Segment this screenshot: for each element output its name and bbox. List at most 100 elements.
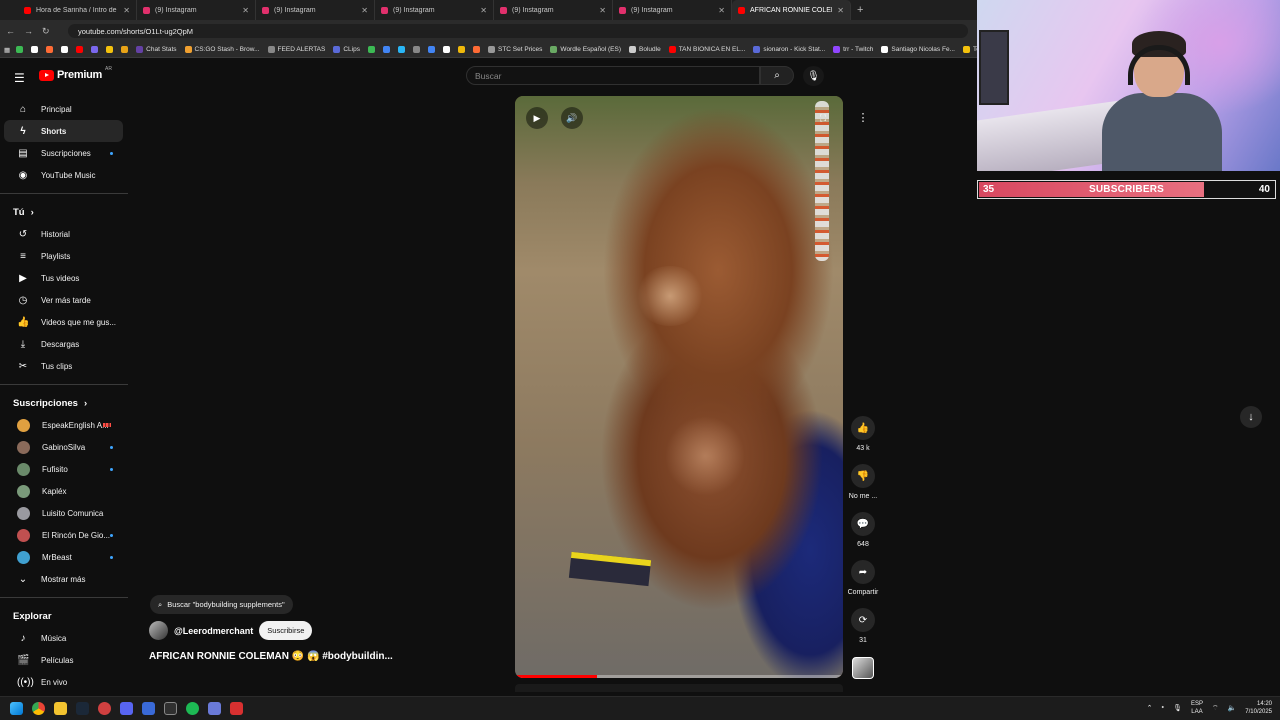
sidebar-item[interactable]: ✂ Tus clips [4,355,123,377]
sidebar-subscription[interactable]: EspeakEnglish A... [4,414,123,436]
sidebar-subscription[interactable]: GabinoSilva [4,436,123,458]
sidebar-subscription[interactable]: MrBeast [4,546,123,568]
file-explorer-icon[interactable] [54,702,67,715]
dislike-action[interactable]: 👎 No me ... [846,464,880,500]
bookmark-item[interactable] [441,46,452,53]
sidebar-subscription[interactable]: Luisito Comunica [4,502,123,524]
language-indicator[interactable]: ESP LAA [1191,700,1203,716]
microphone-icon[interactable]: 🎙 [1173,704,1182,712]
wifi-icon[interactable]: ⌔ [1212,704,1219,713]
app-icon[interactable] [98,702,111,715]
play-button[interactable]: ▶ [526,107,548,129]
search-button[interactable]: ⌕ [760,66,794,85]
bookmark-item[interactable] [104,46,115,53]
subscribe-button[interactable]: Suscribirse [259,621,313,640]
volume-button[interactable]: 🔊 [561,107,583,129]
sidebar-section-heading[interactable]: Suscripciones › [0,392,128,414]
url-field[interactable]: youtube.com/shorts/O1Lt-ug2QpM [68,24,968,38]
fullscreen-button[interactable]: ⛶ [812,107,834,129]
close-tab-icon[interactable]: ✕ [837,6,844,15]
spotify-icon[interactable] [186,702,199,715]
sidebar-item[interactable]: ↺ Historial [4,223,123,245]
like-action[interactable]: 👍 43 k [846,416,880,452]
bookmark-item[interactable] [14,46,25,53]
close-tab-icon[interactable]: ✕ [361,6,368,15]
bookmark-item[interactable] [74,46,85,53]
sidebar-section-heading[interactable]: Explorar [0,605,128,627]
sidebar-item[interactable]: ϟ Shorts [4,120,123,142]
bookmark-item[interactable]: CS:GO Stash - Brow... [183,46,262,53]
more-options-icon[interactable]: ⋮ [853,107,873,127]
bookmark-item[interactable] [396,46,407,53]
clock[interactable]: 14:20 7/10/2025 [1245,700,1272,716]
youtube-premium-logo[interactable]: Premium AR [39,66,112,81]
steam-icon[interactable] [76,702,89,715]
voice-search-button[interactable]: 🎙 [803,66,824,86]
remix-action[interactable]: ⟳ 31 [846,608,880,644]
browser-tab[interactable]: (9) Instagram ✕ [375,0,494,20]
bookmark-item[interactable]: CLips [331,46,362,53]
obs-icon[interactable] [164,702,177,715]
app-icon[interactable] [230,702,243,715]
close-tab-icon[interactable]: ✕ [718,6,725,15]
back-icon[interactable]: ← [6,26,15,36]
bookmark-item[interactable]: Wordle Español (ES) [548,46,623,53]
close-tab-icon[interactable]: ✕ [599,6,606,15]
sidebar-item[interactable]: ⌂ Principal [4,98,123,120]
sidebar-item[interactable]: ≡ Playlists [4,245,123,267]
sidebar-section-heading[interactable]: Tú › [0,201,128,223]
apps-grid-icon[interactable]: ▦ [4,46,10,54]
bookmark-item[interactable] [89,46,100,53]
related-search-chip[interactable]: ⌕ Buscar "bodybuilding supplements" [150,595,293,614]
close-tab-icon[interactable]: ✕ [123,6,130,15]
sidebar-item[interactable]: ⤓ Descargas [4,333,123,355]
sidebar-item[interactable]: ◷ Ver más tarde [4,289,123,311]
sidebar-subscription[interactable]: Kapléx [4,480,123,502]
hamburger-menu-icon[interactable]: ☰ [14,71,25,85]
sidebar-item[interactable]: 🎬 Películas [4,649,123,671]
bookmark-item[interactable] [426,46,437,53]
search-input[interactable]: Buscar [466,66,760,85]
windows-start-icon[interactable] [10,702,23,715]
browser-tab[interactable]: (9) Instagram ✕ [137,0,256,20]
comments-action[interactable]: 💬 648 [846,512,880,548]
new-tab-icon[interactable]: + [857,4,863,16]
bookmark-item[interactable] [411,46,422,53]
bookmark-item[interactable] [44,46,55,53]
bookmark-item[interactable] [381,46,392,53]
browser-tab[interactable]: AFRICAN RONNIE COLEMA ✕ [732,0,851,20]
bookmark-item[interactable] [366,46,377,53]
next-short-button[interactable]: ↓ [1240,406,1262,428]
sidebar-item[interactable]: ◉ YouTube Music [4,164,123,186]
channel-avatar[interactable] [149,621,168,640]
speaker-icon[interactable]: 🔈 [1228,704,1237,712]
bookmark-item[interactable] [456,46,467,53]
bookmark-item[interactable]: Boludle [627,46,663,53]
reload-icon[interactable]: ↻ [42,26,50,37]
channel-name[interactable]: @Leerodmerchant [174,626,253,636]
browser-tab[interactable]: (9) Instagram ✕ [256,0,375,20]
close-tab-icon[interactable]: ✕ [242,6,249,15]
chrome-icon[interactable] [32,702,45,715]
bookmark-item[interactable] [59,46,70,53]
sidebar-subscription[interactable]: El Rincón De Gio... [4,524,123,546]
bookmark-item[interactable]: FEED ALERTAS [266,46,328,53]
bookmark-item[interactable]: trr - Twitch [831,46,875,53]
forward-icon[interactable]: → [24,26,33,36]
sidebar-subscription[interactable]: Fufisito [4,458,123,480]
short-title[interactable]: AFRICAN RONNIE COLEMAN 😳 😱 #bodybuildin.… [149,651,393,662]
share-action[interactable]: ➦ Compartir [846,560,880,596]
bookmark-item[interactable] [119,46,130,53]
discord-icon[interactable] [120,702,133,715]
bookmark-item[interactable]: Te [961,46,977,53]
app-icon[interactable] [142,702,155,715]
sidebar-item[interactable]: ▤ Suscripciones [4,142,123,164]
sidebar-item[interactable]: ((•)) En vivo [4,671,123,693]
bookmark-item[interactable] [471,46,482,53]
sidebar-item[interactable]: ▶ Tus videos [4,267,123,289]
browser-tab[interactable]: (9) Instagram ✕ [494,0,613,20]
app-icon[interactable] [208,702,221,715]
show-more-button[interactable]: ⌄ Mostrar más [4,568,123,590]
channel-thumbnail[interactable] [852,657,874,679]
video-progress-bar[interactable] [515,675,843,678]
